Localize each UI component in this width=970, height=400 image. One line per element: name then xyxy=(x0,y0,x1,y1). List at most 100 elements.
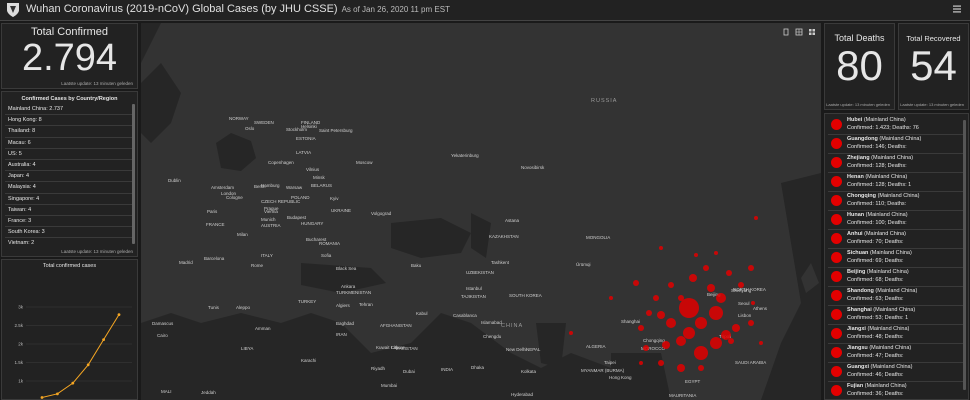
case-marker-icon xyxy=(831,176,842,187)
case-marker[interactable] xyxy=(677,364,685,372)
case-marker[interactable] xyxy=(662,341,670,349)
province-list-item[interactable]: Anhui (Mainland China) Confirmed: 70; Dea… xyxy=(828,229,965,249)
country-list-item[interactable]: South Korea: 3 xyxy=(5,227,134,239)
province-list-item[interactable]: Guangdong (Mainland China) Confirmed: 146… xyxy=(828,134,965,154)
map-label: Sofia xyxy=(321,253,332,258)
chart-series-line xyxy=(41,314,120,398)
total-recovered-value: 54 xyxy=(910,42,957,89)
cases-line-chart[interactable]: 3k 2.5k 2k 1.5k 1k xyxy=(2,272,137,400)
case-marker[interactable] xyxy=(657,311,665,319)
province-list-item[interactable]: Jiangxi (Mainland China) Confirmed: 48; D… xyxy=(828,324,965,344)
chart-data-point[interactable] xyxy=(71,381,75,385)
case-marker[interactable] xyxy=(695,317,707,329)
chart-data-point[interactable] xyxy=(117,313,121,317)
country-list-item[interactable]: US: 5 xyxy=(5,149,134,160)
province-list-item[interactable]: Fujian (Mainland China) Confirmed: 36; De… xyxy=(828,381,965,399)
province-list-item[interactable]: Zhejiang (Mainland China) Confirmed: 128;… xyxy=(828,153,965,173)
map-label: INDIA xyxy=(441,367,454,372)
province-list-item[interactable]: Beijing (Mainland China) Confirmed: 68; D… xyxy=(828,267,965,287)
country-list-item[interactable]: Japan: 4 xyxy=(5,171,134,183)
world-map[interactable]: RUSSIA NORWAY SWEDEN FINLAND Oslo Stockholm He… xyxy=(141,23,821,400)
case-marker[interactable] xyxy=(716,293,726,303)
map-label: ESTONIA xyxy=(296,136,316,141)
province-list-item[interactable]: Sichuan (Mainland China) Confirmed: 69; D… xyxy=(828,248,965,268)
map-label: EGYPT xyxy=(685,379,701,384)
province-list-item[interactable]: Jiangsu (Mainland China) Confirmed: 47; D… xyxy=(828,343,965,363)
province-list-item[interactable]: Shanghai (Mainland China) Confirmed: 53; … xyxy=(828,305,965,325)
case-marker[interactable] xyxy=(689,274,697,282)
country-list-item[interactable]: Vietnam: 2 xyxy=(5,238,134,248)
country-list-scrollbar[interactable] xyxy=(132,104,135,244)
layers-icon[interactable] xyxy=(808,28,816,36)
map-label: Tunis xyxy=(208,305,219,310)
case-marker[interactable] xyxy=(759,341,763,345)
province-list-item[interactable]: Shandong (Mainland China) Confirmed: 63; … xyxy=(828,286,965,306)
basemap-icon[interactable] xyxy=(795,28,803,36)
country-list-item[interactable]: Mainland China: 2.737 xyxy=(5,104,134,116)
country-list-item[interactable]: France: 3 xyxy=(5,216,134,228)
country-list-item[interactable]: Hong Kong: 8 xyxy=(5,115,134,127)
case-marker[interactable] xyxy=(726,270,732,276)
province-list-item[interactable]: Hubei (Mainland China) Confirmed: 1.423; … xyxy=(828,115,965,135)
case-marker[interactable] xyxy=(666,318,676,328)
case-marker[interactable] xyxy=(732,324,740,332)
case-marker[interactable] xyxy=(754,216,758,220)
province-list[interactable]: Hubei (Mainland China) Confirmed: 1.423; … xyxy=(825,115,968,399)
hamburger-menu-icon[interactable] xyxy=(952,4,962,14)
case-marker[interactable] xyxy=(678,295,684,301)
case-marker[interactable] xyxy=(639,361,643,365)
province-name: Hubei (Mainland China) xyxy=(847,117,906,123)
map-label: Yekaterinburg xyxy=(451,153,479,158)
map-label: Shanghai xyxy=(621,319,641,324)
province-list-scrollbar[interactable] xyxy=(963,120,966,390)
province-list-item[interactable]: Chongqing (Mainland China) Confirmed: 110… xyxy=(828,191,965,211)
country-list[interactable]: Mainland China: 2.737 Hong Kong: 8 Thailan… xyxy=(5,104,134,248)
country-list-item[interactable]: Thailand: 8 xyxy=(5,126,134,138)
case-marker[interactable] xyxy=(709,306,723,320)
country-list-item[interactable]: Macau: 6 xyxy=(5,138,134,149)
bookmark-icon[interactable] xyxy=(782,28,790,36)
case-marker[interactable] xyxy=(668,282,674,288)
map-label: Islamabad xyxy=(481,320,502,325)
case-marker[interactable] xyxy=(653,295,659,301)
country-list-item[interactable]: Australia: 4 xyxy=(5,160,134,172)
province-stats: Confirmed: 146; Deaths: xyxy=(847,144,907,150)
province-list-item[interactable]: Hunan (Mainland China) Confirmed: 100; De… xyxy=(828,210,965,230)
case-marker[interactable] xyxy=(703,265,709,271)
case-marker[interactable] xyxy=(646,310,652,316)
case-marker[interactable] xyxy=(676,336,686,346)
chart-data-point[interactable] xyxy=(86,363,90,367)
case-marker[interactable] xyxy=(751,301,755,305)
case-marker[interactable] xyxy=(569,331,573,335)
case-marker-icon xyxy=(831,233,842,244)
case-marker[interactable] xyxy=(694,346,708,360)
country-list-item[interactable]: Malaysia: 4 xyxy=(5,182,134,194)
case-marker[interactable] xyxy=(698,365,704,371)
case-marker[interactable] xyxy=(738,282,744,288)
case-marker[interactable] xyxy=(710,337,722,349)
case-marker[interactable] xyxy=(609,296,613,300)
province-list-item[interactable]: Guangxi (Mainland China) Confirmed: 46; D… xyxy=(828,362,965,382)
province-stats: Confirmed: 110; Deaths: xyxy=(847,201,907,207)
chart-data-point[interactable] xyxy=(102,338,105,342)
chart-data-point[interactable] xyxy=(40,396,44,399)
case-marker[interactable] xyxy=(633,280,639,286)
case-marker[interactable] xyxy=(643,345,649,351)
province-list-item[interactable]: Henan (Mainland China) Confirmed: 128; De… xyxy=(828,172,965,192)
case-marker[interactable] xyxy=(659,246,663,250)
case-marker[interactable] xyxy=(748,265,754,271)
case-marker[interactable] xyxy=(694,253,698,257)
case-marker[interactable] xyxy=(728,338,734,344)
case-marker[interactable] xyxy=(638,325,644,331)
country-list-item[interactable]: Singapore: 4 xyxy=(5,194,134,205)
case-marker[interactable] xyxy=(707,284,715,292)
province-stats: Confirmed: 68; Deaths: xyxy=(847,277,904,283)
case-marker[interactable] xyxy=(714,251,718,255)
country-list-item[interactable]: Taiwan: 4 xyxy=(5,205,134,216)
case-marker[interactable] xyxy=(658,360,664,366)
case-marker[interactable] xyxy=(748,320,754,326)
app-title: Wuhan Coronavirus (2019-nCoV) Global Cas… xyxy=(26,3,450,15)
case-marker[interactable] xyxy=(679,298,699,318)
chart-data-point[interactable] xyxy=(56,392,59,396)
province-region: (Mainland China) xyxy=(877,193,920,199)
